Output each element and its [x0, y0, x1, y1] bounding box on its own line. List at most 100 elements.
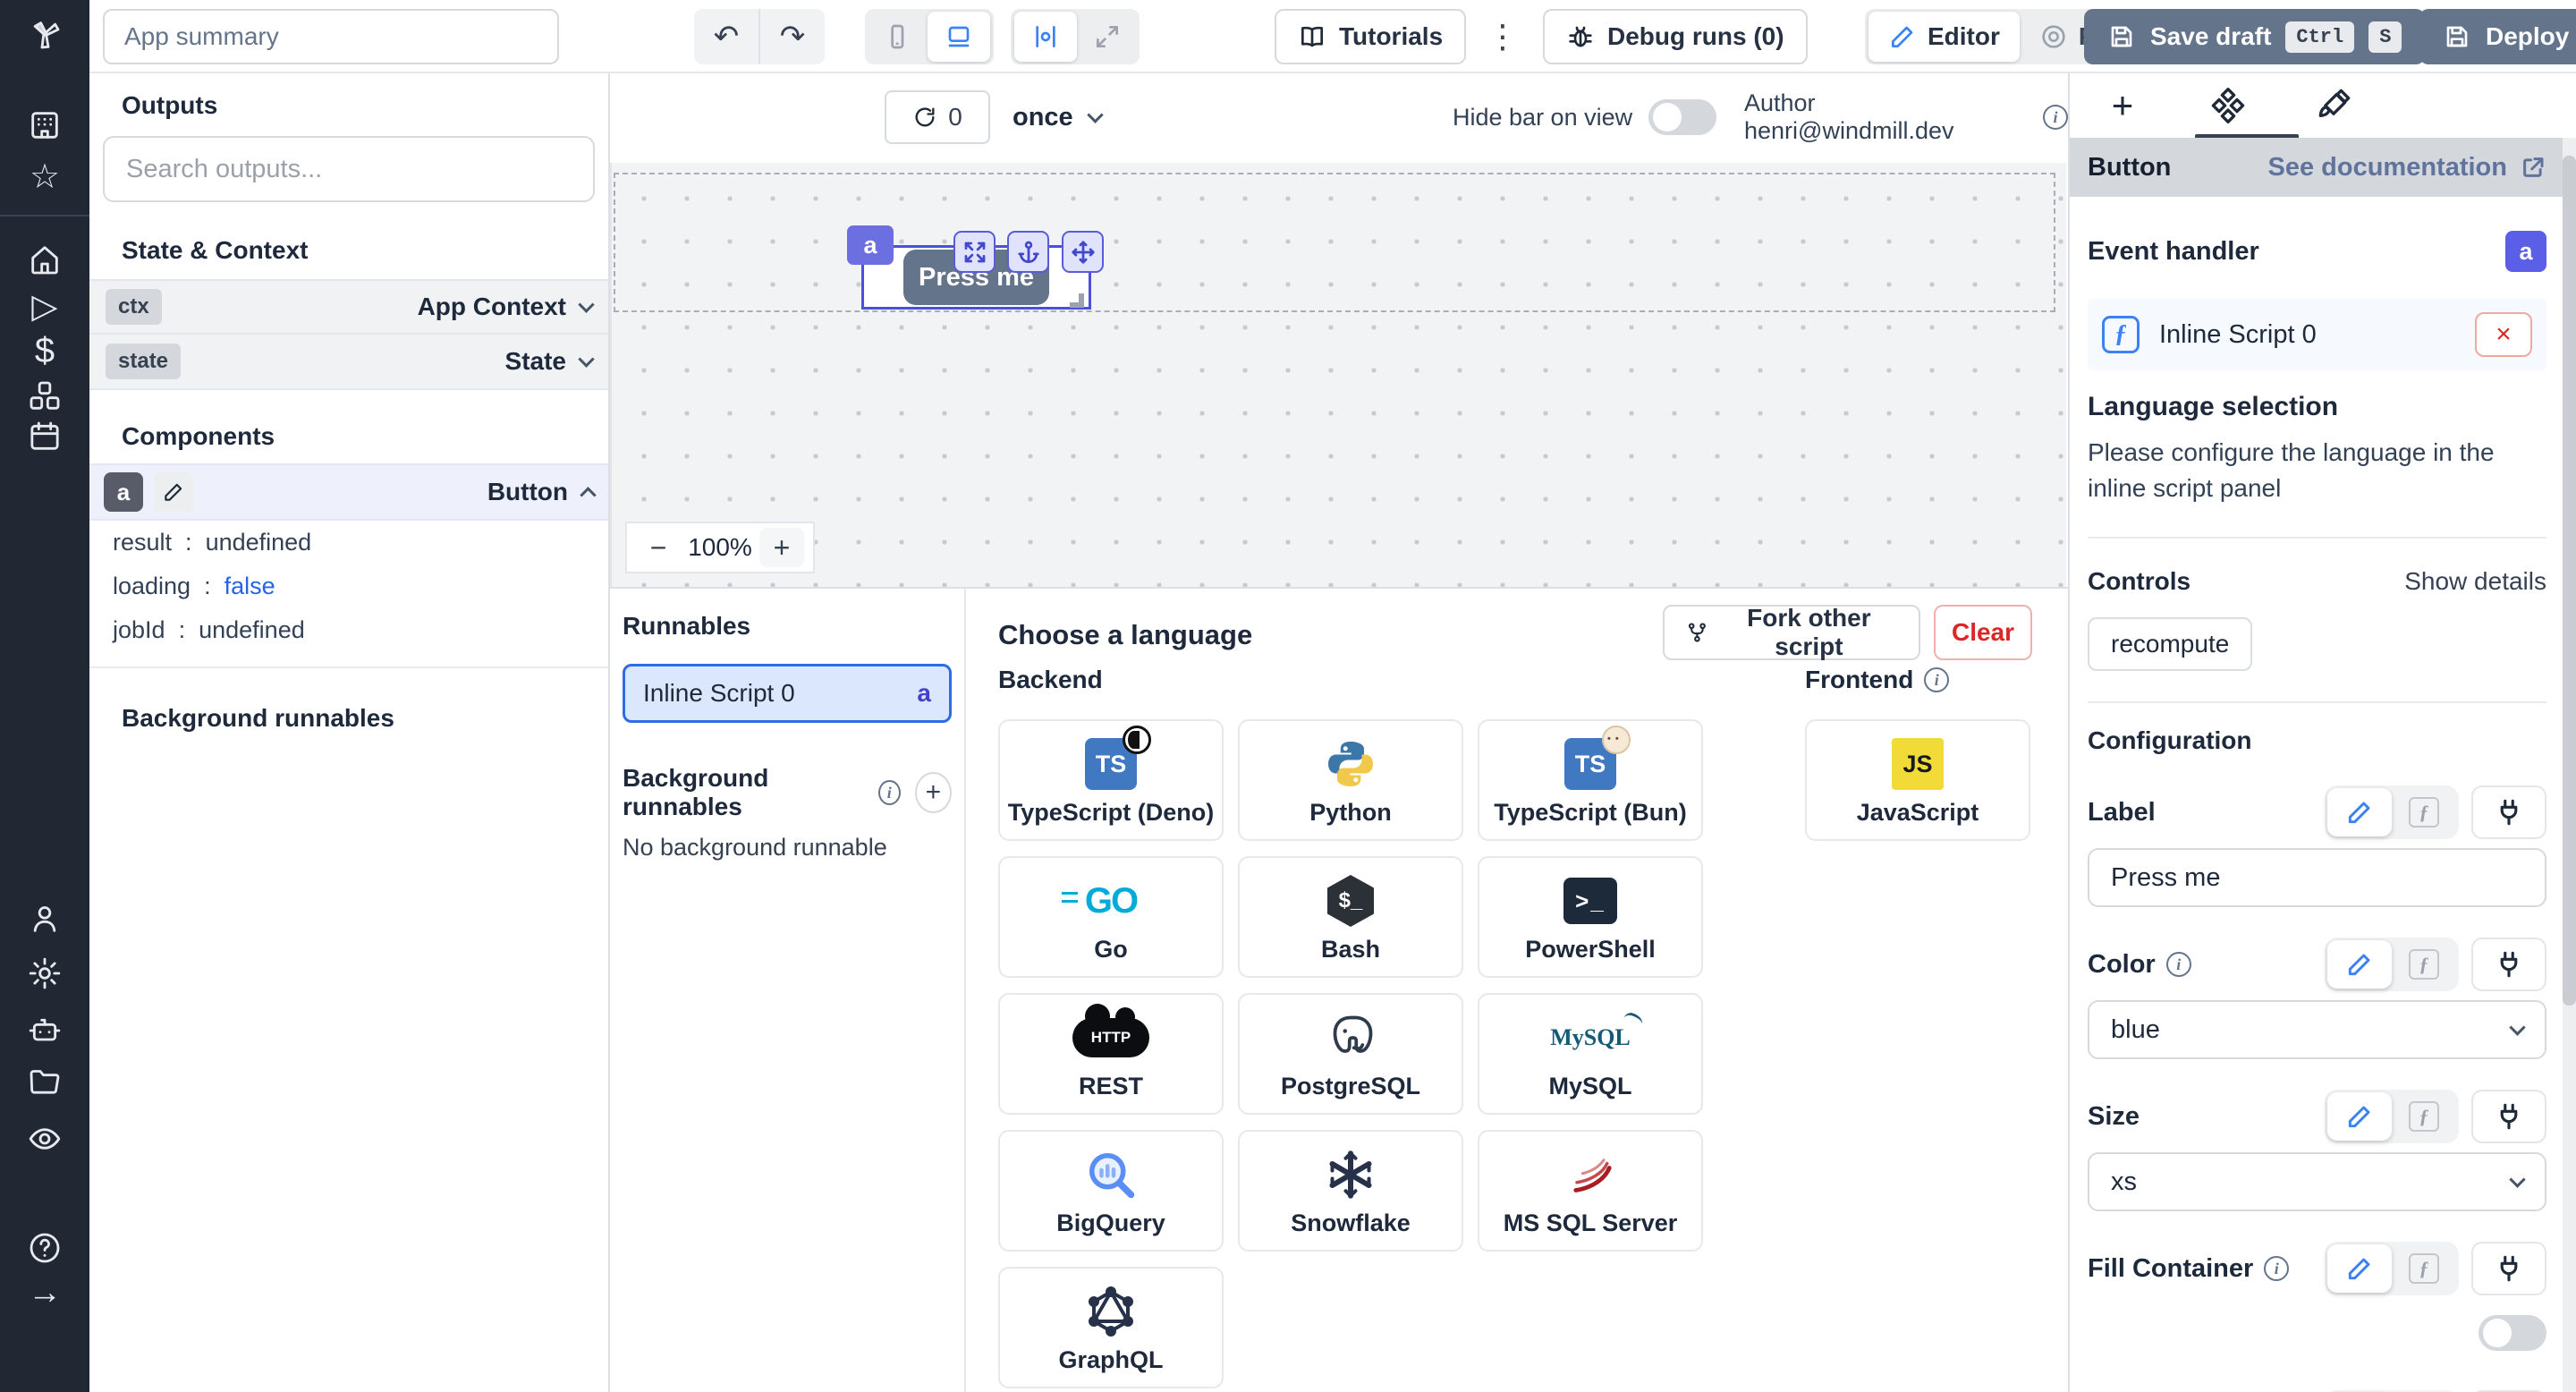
plug-icon [2494, 949, 2524, 980]
refresh-count-button[interactable]: 0 [885, 90, 990, 144]
info-icon[interactable]: i [1924, 667, 1949, 692]
collapse-arrow-icon[interactable]: → [23, 1271, 66, 1314]
info-icon[interactable]: i [2166, 952, 2191, 977]
fullwidth-canvas-button[interactable] [1079, 12, 1136, 62]
fill-container-field-header: Fill Containeri ƒ [2088, 1242, 2546, 1295]
tab-insert-component[interactable]: + [2070, 73, 2175, 138]
anchor-component-handle[interactable] [1007, 231, 1049, 273]
tab-component-settings[interactable] [2175, 73, 2281, 138]
language-card-powershell[interactable]: >_ PowerShell [1478, 856, 1703, 978]
hide-bar-setting: Hide bar on view [1453, 90, 1716, 144]
undo-button[interactable]: ↶ [694, 9, 758, 64]
language-card-rest[interactable]: HTTP REST [998, 993, 1224, 1115]
pen-icon [1888, 22, 1917, 51]
debug-runs-button[interactable]: Debug runs (0) [1543, 9, 1808, 64]
language-card-go[interactable]: GO Go [998, 856, 1224, 978]
remove-script-button[interactable]: × [2475, 312, 2532, 357]
center-canvas-button[interactable] [1014, 12, 1077, 62]
static-mode-button[interactable] [2327, 788, 2392, 836]
mobile-view-button[interactable] [869, 12, 926, 62]
hide-bar-toggle[interactable] [1648, 99, 1716, 135]
connect-output-button[interactable] [2471, 938, 2546, 991]
runnable-item-inline-script-0[interactable]: Inline Script 0 a [623, 664, 952, 723]
language-card-mssql[interactable]: MS SQL Server [1478, 1130, 1703, 1252]
save-draft-button[interactable]: Save draft Ctrl S [2084, 9, 2425, 64]
zoom-out-button[interactable]: − [636, 528, 681, 567]
info-icon[interactable]: i [878, 780, 901, 805]
fill-mode-toggle: ƒ [2325, 1242, 2459, 1295]
label-value-input[interactable] [2088, 848, 2546, 907]
canvas-grid-area[interactable]: a Press me − 100% + [610, 163, 2066, 587]
fx-mode-button[interactable]: ƒ [2392, 1253, 2456, 1284]
scrollbar-thumb[interactable] [2563, 156, 2576, 1006]
refresh-schedule-dropdown[interactable]: once [1013, 90, 1101, 144]
inline-script-row[interactable]: ƒ Inline Script 0 × [2088, 299, 2546, 370]
audit-eye-icon[interactable] [23, 1117, 66, 1160]
workers-robot-icon[interactable] [23, 1009, 66, 1052]
language-card-python[interactable]: Python [1238, 719, 1463, 841]
component-row-button[interactable]: a Button [89, 463, 608, 521]
see-documentation-link[interactable]: See documentation [2268, 153, 2547, 182]
output-row-state[interactable]: state State [89, 335, 608, 390]
add-background-runnable-button[interactable]: + [915, 772, 952, 813]
recompute-button[interactable]: recompute [2088, 617, 2252, 671]
language-card-mysql[interactable]: MySQL MySQL [1478, 993, 1703, 1115]
language-card-postgresql[interactable]: PostgreSQL [1238, 993, 1463, 1115]
output-row-ctx[interactable]: ctx App Context [89, 279, 608, 335]
connect-output-button[interactable] [2471, 1090, 2546, 1143]
folders-icon[interactable] [23, 1061, 66, 1104]
redo-button[interactable]: ↷ [760, 9, 825, 64]
device-toggle-group [865, 9, 994, 64]
rename-component-button[interactable] [154, 472, 193, 512]
show-details-link[interactable]: Show details [2404, 567, 2546, 596]
settings-gear-icon[interactable] [23, 952, 66, 995]
schedules-icon[interactable] [23, 415, 66, 458]
tab-styling[interactable] [2281, 73, 2386, 138]
language-card-bash[interactable]: $_ Bash [1238, 856, 1463, 978]
runs-icon[interactable]: ▷ [23, 284, 66, 327]
zoom-in-button[interactable]: + [759, 528, 804, 567]
billing-icon[interactable]: $ [23, 329, 66, 372]
static-mode-button[interactable] [2327, 1244, 2392, 1293]
static-mode-button[interactable] [2327, 1092, 2392, 1141]
language-card-bigquery[interactable]: BigQuery [998, 1130, 1224, 1252]
resize-handle[interactable] [1070, 293, 1084, 308]
search-outputs-input[interactable] [103, 136, 595, 202]
resources-icon[interactable] [23, 375, 66, 418]
language-card-graphql[interactable]: GraphQL [998, 1267, 1224, 1388]
fork-other-script-button[interactable]: Fork other script [1663, 605, 1920, 660]
home-icon[interactable] [23, 238, 66, 281]
language-card-javascript[interactable]: JS JavaScript [1805, 719, 2030, 841]
workspace-icon[interactable] [23, 104, 66, 147]
fx-mode-button[interactable]: ƒ [2392, 949, 2456, 980]
more-options-kebab-icon[interactable]: ⋮ [1485, 9, 1521, 64]
connect-output-button[interactable] [2471, 785, 2546, 839]
favorites-star-icon[interactable]: ☆ [23, 155, 66, 198]
app-summary-input[interactable] [103, 9, 559, 64]
expand-component-handle[interactable] [953, 231, 996, 273]
connect-output-button[interactable] [2471, 1242, 2546, 1295]
fill-container-toggle[interactable] [2479, 1315, 2546, 1351]
color-select[interactable]: blue [2088, 1000, 2546, 1059]
clear-language-button[interactable]: Clear [1934, 605, 2032, 660]
users-icon[interactable] [23, 897, 66, 940]
info-icon[interactable]: i [2043, 105, 2068, 130]
language-picker-panel: Choose a language Fork other script Clea… [966, 589, 2068, 1392]
language-card-snowflake[interactable]: Snowflake [1238, 1130, 1463, 1252]
language-card-typescript-bun[interactable]: TS TypeScript (Bun) [1478, 719, 1703, 841]
move-component-handle[interactable] [1062, 231, 1104, 273]
plug-icon [2494, 1253, 2524, 1284]
windmill-logo-icon[interactable] [23, 13, 66, 55]
tutorials-button[interactable]: Tutorials [1275, 9, 1466, 64]
static-mode-button[interactable] [2327, 940, 2392, 989]
fx-mode-button[interactable]: ƒ [2392, 797, 2456, 828]
scrollbar-track[interactable] [2563, 138, 2576, 1392]
editor-tab[interactable]: Editor [1868, 12, 2020, 62]
deploy-button[interactable]: Deploy [2419, 9, 2576, 64]
size-select[interactable]: xs [2088, 1152, 2546, 1211]
desktop-view-button[interactable] [928, 12, 990, 62]
language-card-typescript-deno[interactable]: TS TypeScript (Deno) [998, 719, 1224, 841]
help-icon[interactable] [23, 1226, 66, 1269]
fx-mode-button[interactable]: ƒ [2392, 1101, 2456, 1132]
info-icon[interactable]: i [2264, 1256, 2289, 1281]
